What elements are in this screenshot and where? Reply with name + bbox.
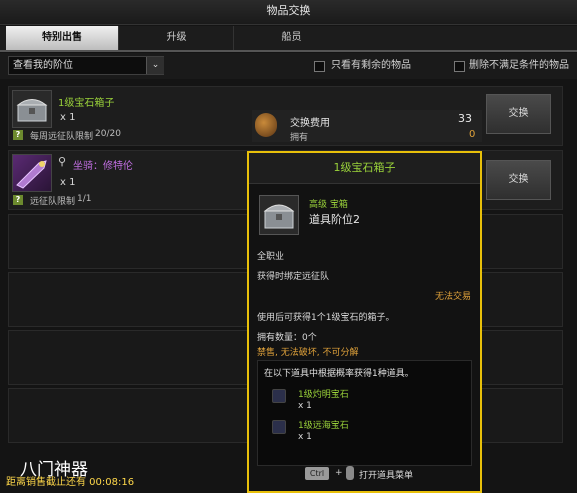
tooltip-restrictions: 禁售, 无法破坏, 不可分解 — [257, 348, 359, 358]
cost-label: 交换费用 — [290, 118, 330, 129]
chest-icon — [12, 90, 52, 128]
mount-icon — [12, 154, 52, 192]
exchange-button[interactable]: 交换 — [486, 160, 551, 200]
pool-item-name: 1级远海宝石 — [298, 421, 349, 431]
tab-special-sale[interactable]: 特别出售 — [6, 26, 118, 50]
limit-value: 20/20 — [95, 129, 121, 139]
tooltip-owned: 拥有数量：0个 — [257, 333, 317, 343]
tab-upgrade[interactable]: 升级 — [118, 26, 234, 50]
tooltip-class: 全职业 — [257, 252, 285, 262]
item-name[interactable]: 坐骑：修特伦 — [73, 157, 133, 172]
exchange-button[interactable]: 交换 — [486, 94, 551, 134]
window-title: 物品交换 — [0, 0, 577, 25]
sale-timer: 距离销售截止还有 00:08:16 — [6, 477, 135, 488]
reward-pool: 在以下道具中根据概率获得1种道具。 1级灼明宝石 x 1 1级远海宝石 x 1 — [257, 360, 472, 466]
ctrl-key: Ctrl — [305, 467, 329, 480]
currency-icon — [255, 113, 277, 137]
item-quantity: x 1 — [60, 177, 76, 188]
mouse-icon — [346, 466, 354, 480]
tooltip-tier: 道具阶位2 — [309, 213, 360, 226]
only-remaining-label: 只看有剩余的物品 — [331, 60, 411, 71]
owned-label: 拥有 — [290, 133, 309, 143]
item-tooltip: 1级宝石箱子 高级 宝箱 道具阶位2 全职业 获得时绑定远征队 无法交易 使用后… — [247, 151, 482, 493]
tooltip-grade: 高级 宝箱 — [309, 200, 348, 210]
tooltip-bind: 获得时绑定远征队 — [257, 272, 330, 282]
chest-icon — [259, 195, 299, 235]
cost-panel — [252, 110, 482, 142]
remove-unmet-checkbox[interactable] — [454, 61, 465, 72]
remove-unmet-label: 删除不满足条件的物品 — [469, 60, 569, 71]
only-remaining-checkbox[interactable] — [314, 61, 325, 72]
limit-label: 每周远征队限制 — [30, 132, 94, 142]
pool-item-qty: x 1 — [298, 401, 312, 411]
chevron-down-icon[interactable]: ⌄ — [146, 57, 164, 74]
tooltip-untradeable: 无法交易 — [435, 292, 472, 302]
tab-bar: 特别出售 升级 船员 — [0, 26, 577, 52]
pool-intro: 在以下道具中根据概率获得1种道具。 — [264, 369, 414, 379]
question-icon[interactable]: ? — [13, 195, 23, 205]
tier-dropdown[interactable]: 查看我的阶位 — [8, 56, 164, 75]
tooltip-description: 使用后可获得1个1级宝石的箱子。 — [257, 313, 395, 323]
tab-crew[interactable]: 船员 — [233, 26, 349, 50]
plus-icon: + — [335, 468, 343, 478]
question-icon[interactable]: ? — [13, 130, 23, 140]
pool-item-name: 1级灼明宝石 — [298, 390, 349, 400]
pool-item-qty: x 1 — [298, 432, 312, 442]
tooltip-title: 1级宝石箱子 — [249, 153, 480, 184]
item-name[interactable]: 1级宝石箱子 — [58, 94, 114, 109]
gem-icon — [272, 389, 286, 403]
gem-icon — [272, 420, 286, 434]
limit-label: 远征队限制 — [30, 197, 76, 207]
cost-value: 33 — [458, 112, 472, 125]
search-icon[interactable]: ⚲ — [58, 155, 66, 168]
limit-value: 1/1 — [77, 194, 92, 204]
owned-value: 0 — [469, 129, 476, 140]
open-menu-hint: 打开道具菜单 — [359, 471, 414, 481]
item-quantity: x 1 — [60, 112, 76, 123]
